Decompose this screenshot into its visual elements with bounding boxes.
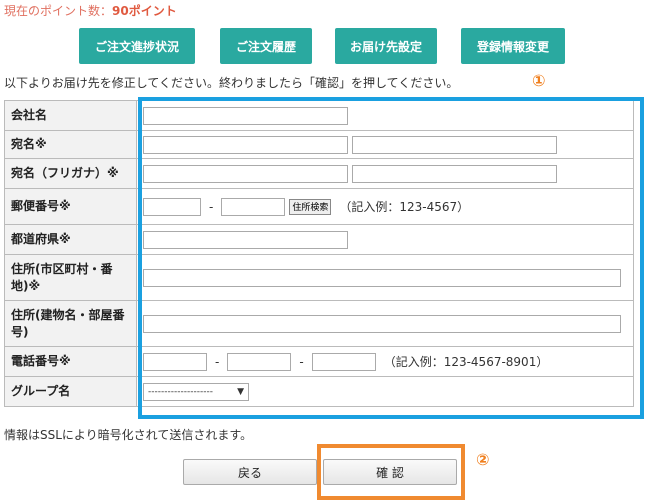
name-kana-label: 宛名（フリガナ）※ xyxy=(4,158,137,189)
postal-dash: - xyxy=(209,199,214,214)
group-select-value: -------------------- xyxy=(148,386,213,397)
phone-second-input[interactable] xyxy=(227,352,292,371)
annotation-marker-1: ① xyxy=(532,71,546,90)
back-button[interactable]: 戻る xyxy=(183,459,317,485)
last-name-kana-input[interactable] xyxy=(143,164,348,183)
address2-input[interactable] xyxy=(143,314,621,333)
phone-first-input[interactable] xyxy=(143,352,207,371)
annotation-marker-2: ② xyxy=(476,450,490,469)
phone-dash-2: - xyxy=(299,354,304,369)
prefecture-input[interactable] xyxy=(143,230,348,249)
address2-label: 住所(建物名・部屋番号) xyxy=(4,300,137,347)
points-label: 現在のポイント数： xyxy=(4,4,113,18)
points-value: 90ポイント xyxy=(112,4,177,18)
postal-label: 郵便番号※ xyxy=(4,188,137,225)
address1-input[interactable] xyxy=(143,268,621,287)
ssl-note: 情報はSSLにより暗号化されて送信されます。 xyxy=(4,428,253,442)
phone-third-input[interactable] xyxy=(311,352,376,371)
phone-dash-1: - xyxy=(215,354,220,369)
confirm-button[interactable]: 確 認 xyxy=(323,459,457,485)
first-name-input[interactable] xyxy=(352,135,557,154)
delivery-address-form: 会社名 宛名※ 宛名（フリガナ）※ 郵便番号※ - 住所検索 （記入例：123-… xyxy=(4,100,634,407)
delivery-settings-button[interactable]: お届け先設定 xyxy=(335,28,437,64)
first-name-kana-input[interactable] xyxy=(352,164,557,183)
order-status-button[interactable]: ご注文進捗状況 xyxy=(79,28,195,64)
phone-label: 電話番号※ xyxy=(4,346,137,377)
prefecture-label: 都道府県※ xyxy=(4,224,137,255)
phone-example: （記入例：123-4567-8901） xyxy=(383,355,549,369)
order-history-button[interactable]: ご注文履歴 xyxy=(220,28,312,64)
caret-down-icon: ▼ xyxy=(237,386,244,397)
group-select[interactable]: -------------------- ▼ xyxy=(143,382,249,401)
points-display: 現在のポイント数：90ポイント xyxy=(4,2,177,19)
edit-registration-button[interactable]: 登録情報変更 xyxy=(461,28,565,64)
instruction-text: 以下よりお届け先を修正してください。終わりましたら「確認」を押してください。 xyxy=(4,76,459,90)
postal-code-first-input[interactable] xyxy=(143,197,201,216)
company-input[interactable] xyxy=(143,106,348,125)
name-label: 宛名※ xyxy=(4,130,137,159)
address1-label: 住所(市区町村・番地)※ xyxy=(4,254,137,301)
last-name-input[interactable] xyxy=(143,135,348,154)
postal-example: （記入例：123-4567） xyxy=(339,200,470,214)
group-label: グループ名 xyxy=(4,376,137,407)
company-label: 会社名 xyxy=(4,100,137,131)
address-search-button[interactable]: 住所検索 xyxy=(289,198,332,215)
postal-code-second-input[interactable] xyxy=(221,197,286,216)
